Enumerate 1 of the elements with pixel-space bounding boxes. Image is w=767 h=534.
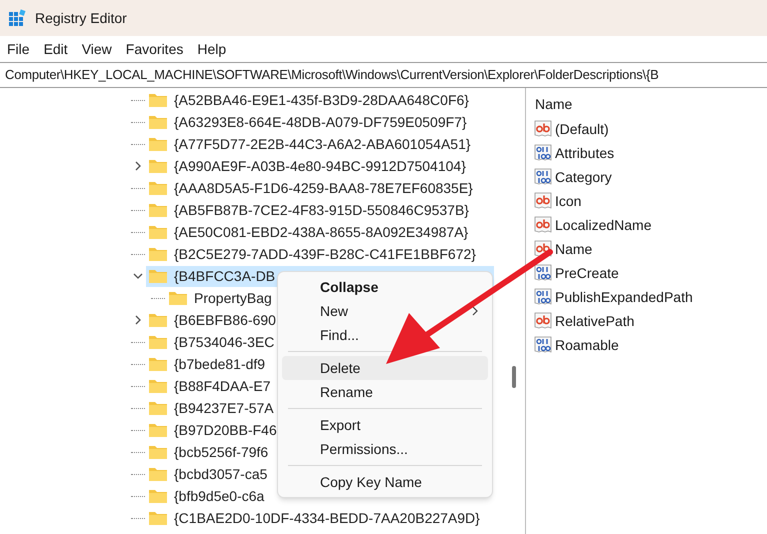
window-title: Registry Editor — [35, 8, 127, 28]
